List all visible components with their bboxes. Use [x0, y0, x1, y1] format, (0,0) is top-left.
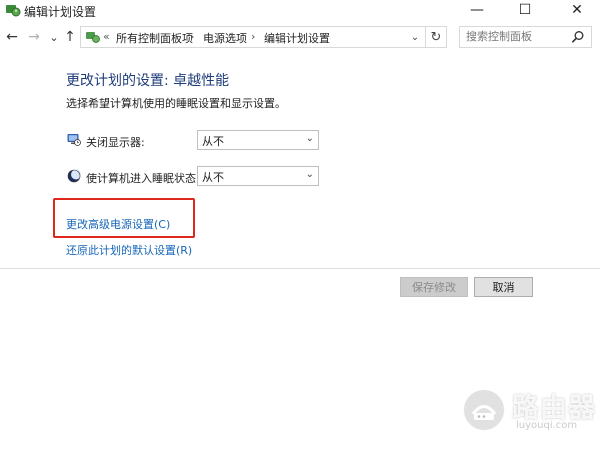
turn-off-display-label: 关闭显示器: [86, 136, 145, 149]
sleep-select[interactable]: 从不 ⌄ [197, 166, 319, 186]
monitor-clock-icon [67, 134, 81, 146]
forward-button[interactable]: → [26, 28, 42, 46]
maximize-button[interactable]: ☐ [502, 0, 548, 20]
search-icon[interactable] [571, 30, 585, 44]
search-box[interactable] [459, 26, 592, 48]
search-input[interactable] [466, 29, 566, 45]
moon-icon [67, 169, 81, 183]
router-logo-icon [462, 388, 506, 432]
address-dropdown-icon[interactable]: ⌄ [407, 29, 423, 45]
close-button[interactable]: ✕ [554, 0, 600, 20]
page-description: 选择希望计算机使用的睡眠设置和显示设置。 [66, 97, 286, 110]
power-options-icon [6, 5, 21, 17]
breadcrumb-item-power-options[interactable]: 电源选项 [203, 30, 247, 46]
advanced-power-settings-link[interactable]: 更改高级电源设置(C) [66, 216, 170, 232]
control-panel-icon [86, 32, 100, 43]
breadcrumb-item-all-control-panel[interactable]: 所有控制面板项 [116, 30, 193, 46]
address-bar[interactable]: « 所有控制面板项 › 电源选项 › 编辑计划设置 ⌄ [80, 26, 446, 48]
breadcrumb-overflow[interactable]: « [103, 30, 110, 43]
breadcrumb-separator: › [251, 30, 256, 43]
save-button[interactable]: 保存修改 [400, 277, 468, 297]
turn-off-display-value: 从不 [202, 135, 224, 148]
turn-off-display-select[interactable]: 从不 ⌄ [197, 130, 319, 150]
watermark-subtitle: luyouqi.com [516, 420, 578, 431]
title-bar: 编辑计划设置 — ☐ ✕ [0, 0, 600, 22]
cancel-button[interactable]: 取消 [474, 277, 533, 297]
up-button[interactable]: ↑ [62, 28, 78, 46]
page-title: 更改计划的设置: 卓越性能 [66, 73, 230, 89]
chevron-down-icon: ⌄ [305, 133, 314, 144]
divider [0, 268, 600, 269]
restore-defaults-link[interactable]: 还原此计划的默认设置(R) [66, 242, 192, 258]
chevron-down-icon: ⌄ [305, 169, 314, 180]
sleep-label: 使计算机进入睡眠状态: [86, 172, 200, 185]
breadcrumb-item-edit-plan[interactable]: 编辑计划设置 [264, 30, 330, 46]
back-button[interactable]: ← [4, 28, 20, 46]
window-title: 编辑计划设置 [24, 5, 97, 19]
refresh-button[interactable]: ↻ [425, 26, 447, 48]
breadcrumb-separator: › [190, 30, 195, 43]
minimize-button[interactable]: — [454, 0, 500, 20]
recent-locations-button[interactable]: ⌄ [46, 28, 62, 46]
sleep-value: 从不 [202, 171, 224, 184]
